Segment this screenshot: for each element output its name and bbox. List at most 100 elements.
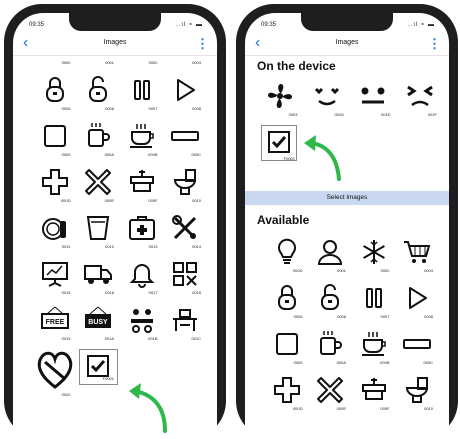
image-item[interactable]: FREE 0019 xyxy=(33,301,77,347)
image-item[interactable]: 0004 xyxy=(396,233,440,279)
image-item[interactable]: 000D xyxy=(33,163,77,209)
device-image-selected[interactable]: F0001 xyxy=(259,123,299,163)
image-item[interactable]: 0015 xyxy=(33,255,77,301)
image-item[interactable]: 0016 xyxy=(77,255,121,301)
image-code: 0001 xyxy=(337,268,346,273)
image-code: 0014 xyxy=(192,244,201,249)
image-item[interactable]: 000F xyxy=(352,371,396,417)
image-code: 000E xyxy=(104,198,114,203)
image-item[interactable]: 0020 xyxy=(33,347,77,403)
image-code: 000C xyxy=(191,152,201,157)
image-item[interactable]: 0010 xyxy=(396,371,440,417)
image-item[interactable]: 000E xyxy=(77,163,121,209)
image-item[interactable]: 000D xyxy=(265,371,309,417)
device-image-item[interactable]: 001E xyxy=(350,77,397,123)
image-item[interactable]: 0002 xyxy=(120,53,164,69)
image-code: 000F xyxy=(148,198,158,203)
device-image-item[interactable]: 0003 xyxy=(257,77,304,123)
image-code: 001A xyxy=(104,336,114,341)
image-item[interactable]: 0011 xyxy=(33,209,77,255)
image-item[interactable]: 000F xyxy=(120,163,164,209)
image-item[interactable]: 0001 xyxy=(77,53,121,69)
select-images-button[interactable]: Select images xyxy=(245,191,449,205)
image-item[interactable]: 0017 xyxy=(120,255,164,301)
play-icon xyxy=(409,287,428,309)
snowflake-icon xyxy=(362,240,385,264)
play-icon xyxy=(177,79,196,101)
image-item[interactable]: 0018 xyxy=(164,255,208,301)
screen-left: 09:35 ..ıl ≈ ▬ ‹ Images ⋮ 0000 0001 0002… xyxy=(13,13,217,439)
image-item[interactable]: 0000 xyxy=(33,53,77,69)
desk-icon xyxy=(173,309,198,331)
lock-open-icon xyxy=(321,284,340,310)
image-item[interactable]: 000D xyxy=(265,233,309,279)
image-code: 0012 xyxy=(105,244,114,249)
image-code: 0004 xyxy=(192,60,201,65)
image-code: 001F xyxy=(427,112,437,117)
image-item[interactable]: 0013 xyxy=(120,209,164,255)
section-on-device: On the device xyxy=(257,59,336,73)
toilet-icon xyxy=(174,169,197,195)
image-item[interactable]: 0005 xyxy=(265,279,309,325)
image-code: 0004 xyxy=(424,268,433,273)
image-item[interactable]: 0007 xyxy=(120,71,164,117)
image-item[interactable]: 001C xyxy=(164,301,208,347)
image-item[interactable]: 001B xyxy=(120,301,164,347)
coffee-cup-icon xyxy=(129,124,154,148)
truck-icon xyxy=(84,265,113,284)
image-item[interactable]: 0010 xyxy=(164,163,208,209)
image-item[interactable]: 000B xyxy=(352,325,396,371)
image-code: 000D xyxy=(292,406,303,411)
image-item[interactable]: 0005 xyxy=(33,71,77,117)
image-item[interactable]: 0009 xyxy=(33,117,77,163)
image-item[interactable]: 000A xyxy=(309,325,353,371)
green-arrow-icon xyxy=(304,135,341,181)
device-image-item[interactable]: 001F xyxy=(397,77,444,123)
image-item[interactable]: 000C xyxy=(396,325,440,371)
meeting-table-icon xyxy=(130,309,153,333)
image-item[interactable]: 000C xyxy=(164,117,208,163)
green-arrow-icon xyxy=(129,383,167,433)
image-item[interactable]: 000A xyxy=(77,117,121,163)
stop-square-icon xyxy=(43,125,66,147)
image-item[interactable]: 0004 xyxy=(164,53,208,69)
sink-icon xyxy=(361,378,386,400)
coffee-mug-icon xyxy=(88,123,111,147)
available-image-grid: 000D 0001 0002 0004 0005 0006 0007 0008 … xyxy=(265,233,439,417)
pause-icon xyxy=(133,80,150,100)
light-bulb-icon xyxy=(277,238,296,264)
x-cross-icon xyxy=(85,169,112,195)
image-item[interactable]: 0008 xyxy=(396,279,440,325)
image-grid: 0005 0006 0007 0008 0009 000A 000B 000C … xyxy=(33,71,207,403)
image-code: 000B xyxy=(380,360,390,365)
image-code: F0001 xyxy=(102,376,114,381)
free-label: FREE xyxy=(45,319,64,326)
image-item[interactable]: 0001 xyxy=(309,233,353,279)
image-item[interactable]: 0008 xyxy=(164,71,208,117)
image-code: 0010 xyxy=(424,406,433,411)
sink-icon xyxy=(129,170,154,192)
image-item[interactable]: 0002 xyxy=(352,233,396,279)
image-item[interactable]: 0006 xyxy=(309,279,353,325)
checkbox-checked-icon xyxy=(268,131,290,153)
x-cross-icon xyxy=(317,377,344,403)
image-item[interactable]: 0012 xyxy=(77,209,121,255)
image-code: 0007 xyxy=(380,314,390,319)
image-item[interactable]: 0006 xyxy=(77,71,121,117)
more-vertical-icon[interactable]: ⋮ xyxy=(196,36,209,52)
image-item[interactable]: 000B xyxy=(120,117,164,163)
image-item[interactable]: 0014 xyxy=(164,209,208,255)
image-code: 0007 xyxy=(148,106,158,111)
device-image-item[interactable]: 001D xyxy=(304,77,351,123)
more-vertical-icon[interactable]: ⋮ xyxy=(428,36,441,52)
image-code: 0006 xyxy=(337,314,346,319)
image-item[interactable]: BUSY 001A xyxy=(77,301,121,347)
image-item[interactable]: 0009 xyxy=(265,325,309,371)
image-code: 0006 xyxy=(105,106,114,111)
image-item-selected[interactable]: F0001 xyxy=(77,347,121,387)
image-item[interactable]: 0007 xyxy=(352,279,396,325)
first-aid-icon xyxy=(128,216,155,240)
image-code: 0017 xyxy=(148,290,158,295)
status-time: 09:35 xyxy=(29,22,45,28)
image-item[interactable]: 000E xyxy=(309,371,353,417)
